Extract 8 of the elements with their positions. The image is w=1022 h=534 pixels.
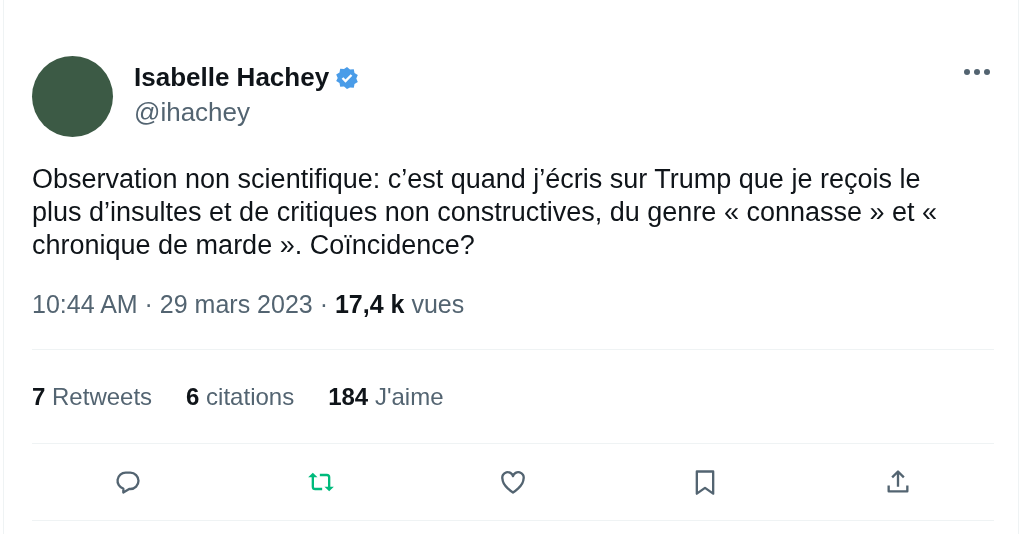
stat-link[interactable]: 184 J'aime [328, 382, 444, 411]
tweet-timestamp: 10:44 AM · 29 mars 2023 · 17,4 k vues [32, 290, 466, 319]
more-options-icon[interactable] [963, 68, 991, 76]
author-name[interactable]: Isabelle Hachey [134, 62, 330, 93]
stat-link[interactable]: 7 Retweets [32, 382, 153, 411]
tweet-text: Observation non scientifique: c’est quand j’écris sur Trump que je reçois le plus d’insultes et de critiques non constructives, du genre « connasse » et « chronique de marde ». Coïncidence? [32, 163, 939, 262]
stat-link[interactable]: 6 citations [186, 382, 295, 411]
author-handle[interactable]: @ihachey [134, 97, 942, 128]
